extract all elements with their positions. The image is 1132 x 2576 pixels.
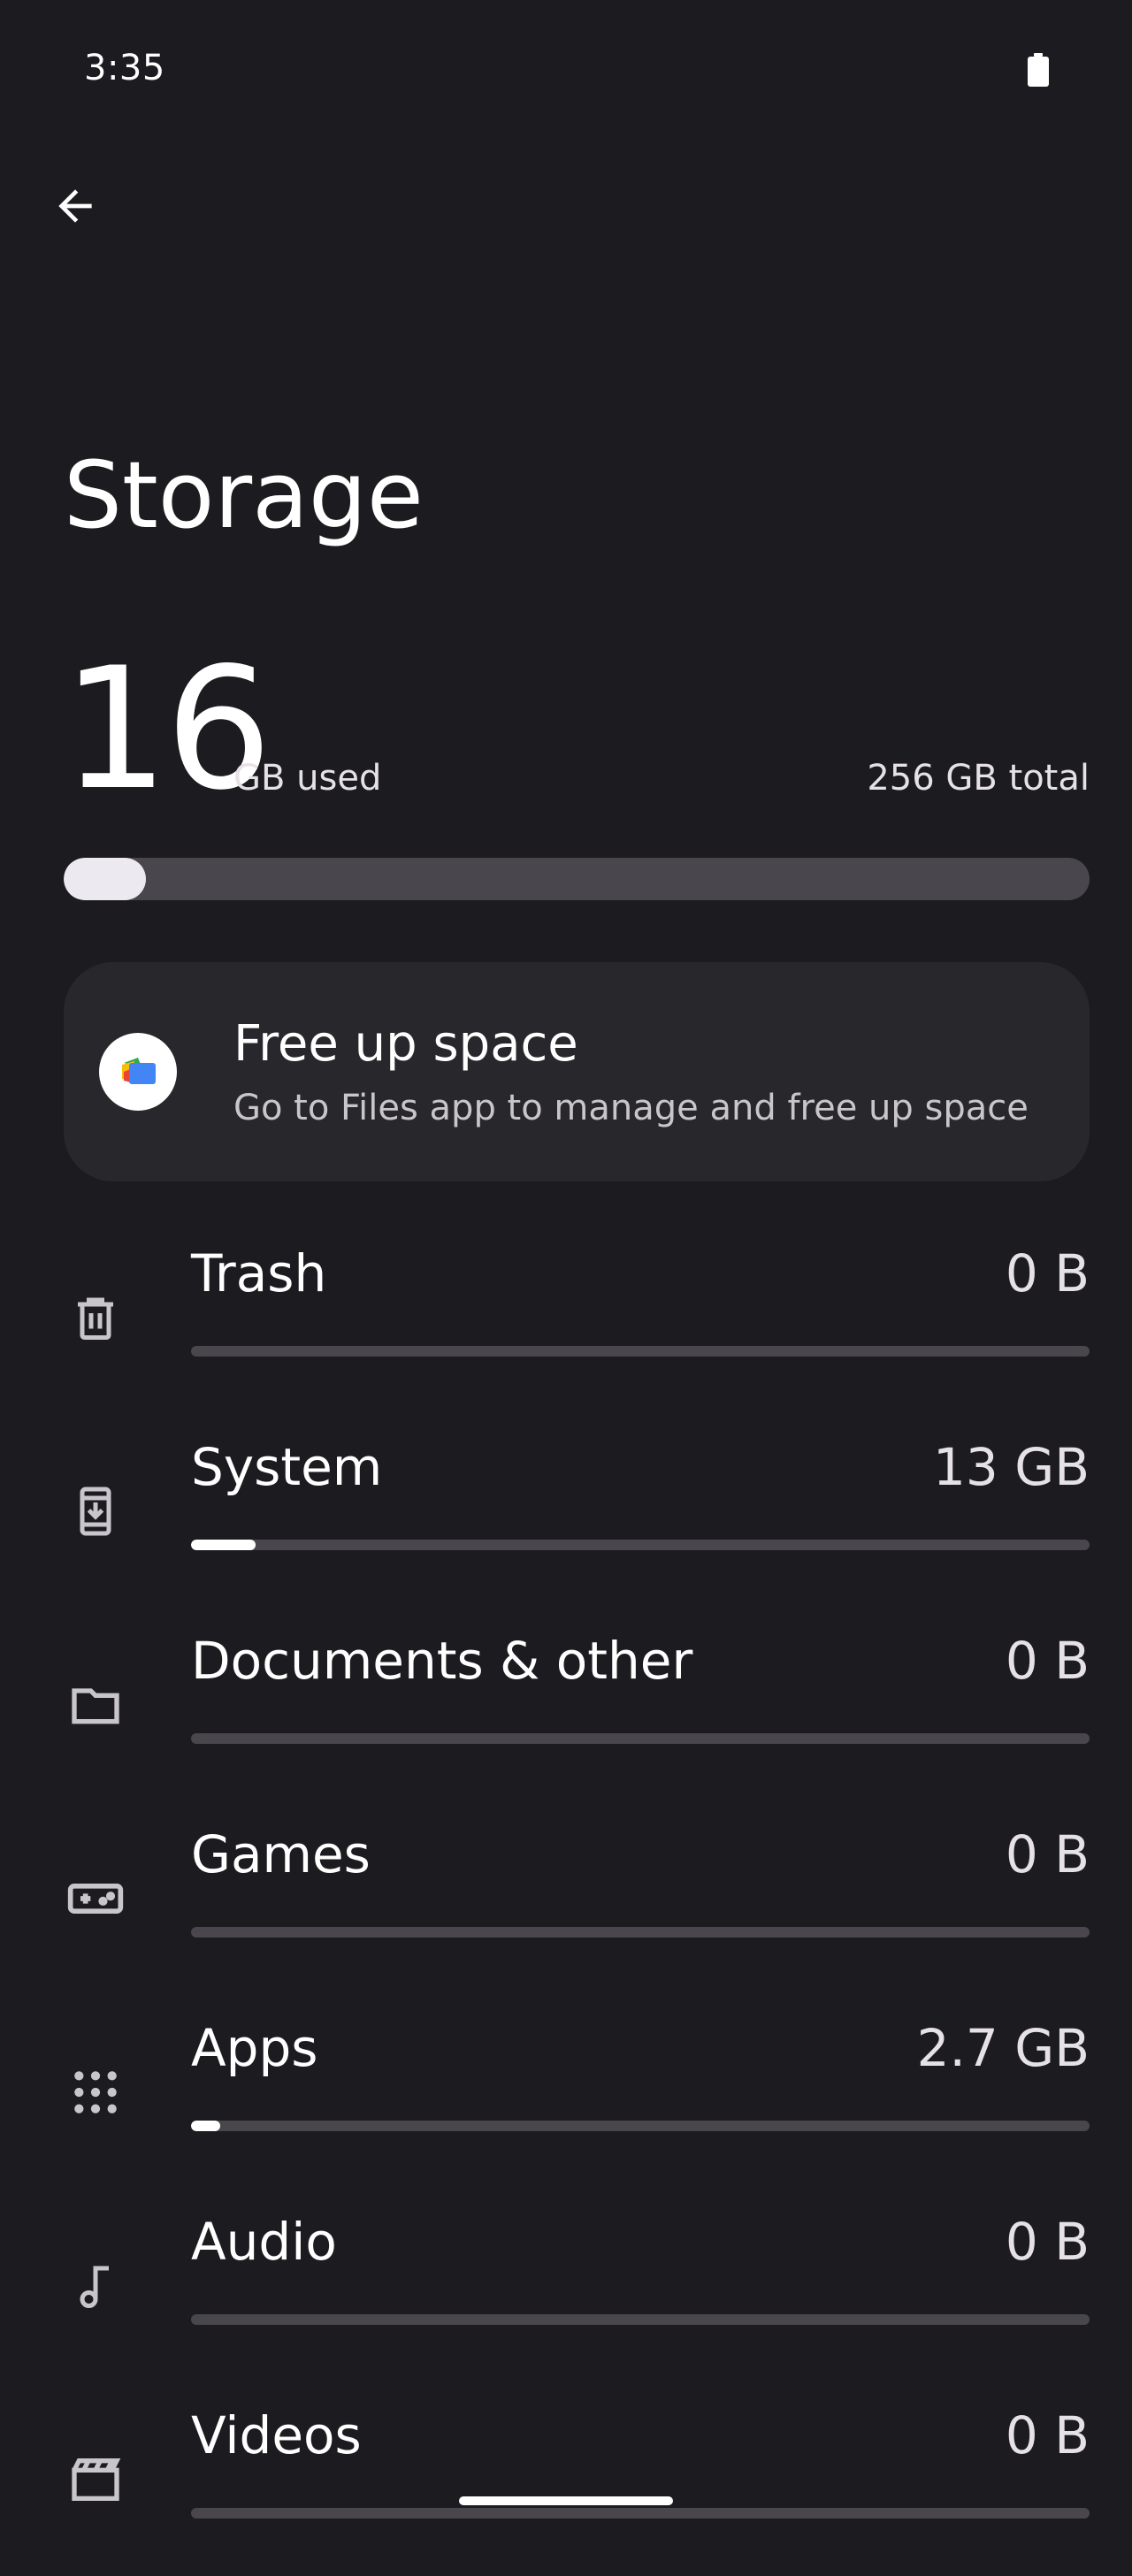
trash-icon [60, 1282, 131, 1353]
category-value: 0 B [1005, 2405, 1090, 2465]
gamepad-icon [60, 1863, 131, 1934]
storage-usage-bar-fill [64, 858, 146, 900]
category-value: 0 B [1005, 1824, 1090, 1884]
status-bar: 3:35 [0, 0, 1132, 141]
storage-used-label: GB used [233, 758, 382, 799]
storage-total-label: 256 GB total [867, 758, 1090, 799]
home-indicator[interactable] [459, 2496, 673, 2505]
category-label: System [191, 1437, 383, 1497]
movie-icon [60, 2444, 131, 2515]
apps-grid-icon [60, 2057, 131, 2128]
category-usage-bar [191, 2121, 1090, 2131]
category-usage-bar [191, 1346, 1090, 1357]
category-label: Documents & other [191, 1631, 693, 1691]
free-up-space-title: Free up space [233, 1015, 578, 1073]
category-usage-bar [191, 2314, 1090, 2325]
category-value: 13 GB [933, 1437, 1090, 1497]
category-value: 0 B [1005, 2212, 1090, 2272]
category-usage-bar [191, 1540, 1090, 1550]
category-usage-bar-fill [191, 2121, 220, 2131]
music-note-icon [60, 2251, 131, 2321]
storage-category-documents[interactable]: Documents & other 0 B [0, 1608, 1132, 1801]
back-button[interactable] [35, 168, 115, 248]
category-label: Videos [191, 2405, 362, 2465]
files-app-icon [99, 1033, 177, 1111]
storage-category-system[interactable]: System 13 GB [0, 1414, 1132, 1608]
category-label: Games [191, 1824, 371, 1884]
category-label: Audio [191, 2212, 337, 2272]
category-label: Trash [191, 1243, 327, 1303]
category-value: 2.7 GB [916, 2018, 1090, 2078]
storage-category-videos[interactable]: Videos 0 B [0, 2382, 1132, 2576]
status-time: 3:35 [84, 48, 165, 88]
category-label: Apps [191, 2018, 318, 2078]
storage-usage-bar [64, 858, 1090, 900]
page-title: Storage [64, 441, 424, 549]
category-usage-bar [191, 1927, 1090, 1938]
category-usage-bar-fill [191, 1540, 256, 1550]
storage-category-apps[interactable]: Apps 2.7 GB [0, 1995, 1132, 2189]
category-usage-bar [191, 1733, 1090, 1744]
category-usage-bar [191, 2508, 1090, 2519]
folder-icon [60, 1670, 131, 1740]
system-update-icon [60, 1476, 131, 1547]
storage-category-games[interactable]: Games 0 B [0, 1801, 1132, 1995]
free-up-space-card[interactable]: Free up space Go to Files app to manage … [64, 962, 1090, 1181]
storage-category-trash[interactable]: Trash 0 B [0, 1220, 1132, 1414]
arrow-back-icon [50, 181, 100, 234]
category-value: 0 B [1005, 1631, 1090, 1691]
storage-category-audio[interactable]: Audio 0 B [0, 2189, 1132, 2382]
battery-icon [1027, 53, 1050, 87]
free-up-space-subtitle: Go to Files app to manage and free up sp… [233, 1088, 1029, 1128]
category-value: 0 B [1005, 1243, 1090, 1303]
